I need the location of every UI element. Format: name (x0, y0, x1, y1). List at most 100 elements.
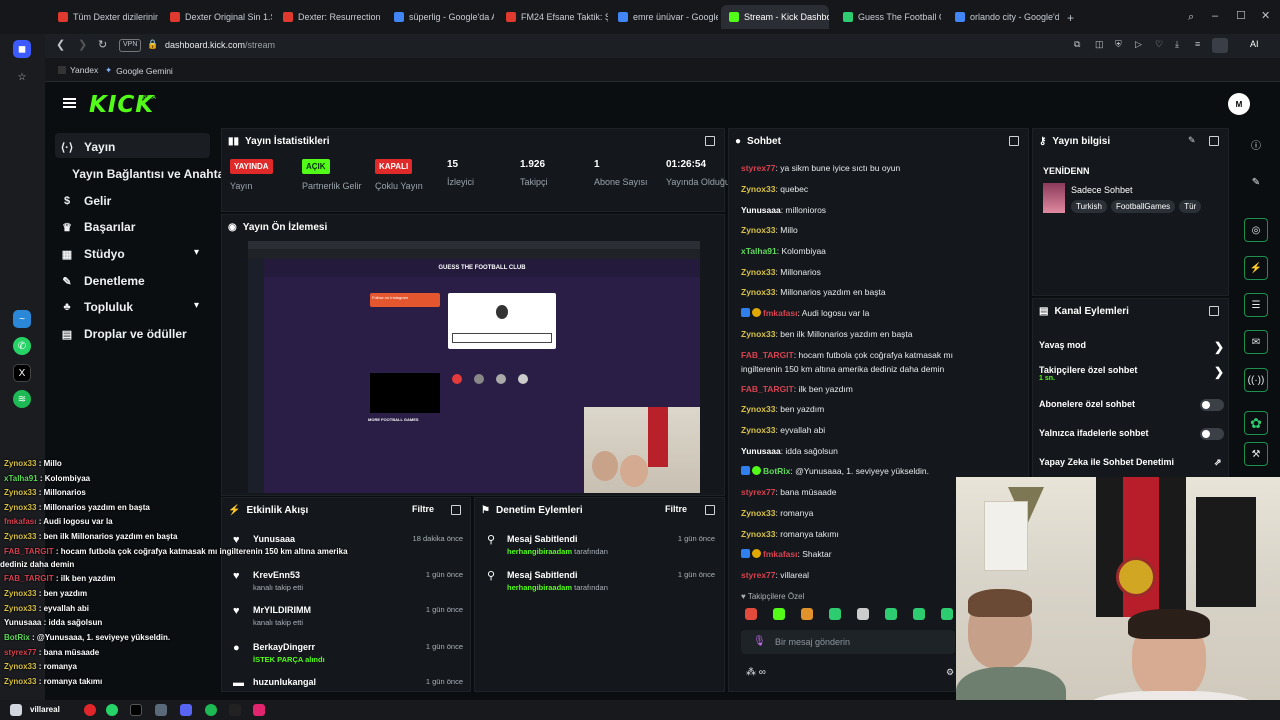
emote-icon[interactable] (745, 608, 757, 620)
lightning-icon[interactable]: ⚡ (1244, 256, 1268, 280)
maximize-icon[interactable]: ☐ (1236, 11, 1246, 22)
tab-7[interactable]: Guess The Football Cl✕ (835, 5, 941, 29)
whatsapp-icon[interactable]: ✆ (13, 337, 31, 355)
gear-icon[interactable]: ✿ (1244, 411, 1268, 435)
list-icon[interactable]: ☰ (1244, 293, 1268, 317)
star-icon[interactable]: ☆ (13, 68, 31, 86)
chat-username[interactable]: Zynox33 (741, 404, 776, 414)
bookmark-gemini[interactable]: ✦ Google Gemini (105, 65, 173, 76)
sidebar-item-2[interactable]: $ Gelir (60, 190, 111, 212)
back-icon[interactable]: ❮ (56, 40, 65, 51)
app-icon[interactable] (253, 704, 265, 716)
player-icon[interactable]: ▷ (1135, 40, 1142, 49)
screenshot-icon[interactable]: ⧉ (1074, 40, 1080, 49)
info-icon[interactable]: ⓘ (1244, 132, 1268, 156)
popout-icon[interactable] (1209, 136, 1219, 146)
discord-icon[interactable] (180, 704, 192, 716)
tab-3[interactable]: süperlig - Google'da Ara (386, 5, 494, 29)
filter-button[interactable]: Filtre (412, 504, 434, 514)
chat-username[interactable]: Zynox33 (741, 529, 776, 539)
edit-icon[interactable]: ✎ (1188, 135, 1196, 146)
chat-icon[interactable]: ✉ (1244, 330, 1268, 354)
chevron-down-icon[interactable]: ▾ (194, 247, 199, 258)
emote-icon[interactable] (941, 608, 953, 620)
chat-username[interactable]: Zynox33 (741, 508, 776, 518)
popout-icon[interactable] (705, 505, 715, 515)
sidebar-item-5[interactable]: ✎ Denetleme (60, 270, 144, 292)
tab-5[interactable]: emre ünüvar - Google'da (610, 5, 718, 29)
heart-icon[interactable]: ♡ (1155, 40, 1163, 49)
target-icon[interactable]: ◎ (1244, 218, 1268, 242)
emote-icon[interactable] (913, 608, 925, 620)
chat-username[interactable]: styrex77 (741, 570, 776, 580)
popout-icon[interactable] (1209, 306, 1219, 316)
mic-icon[interactable]: 🎙 (753, 636, 766, 647)
chat-username[interactable]: fmkafası (763, 549, 798, 559)
chat-username[interactable]: FAB_TARGIT (741, 350, 794, 360)
chat-username[interactable]: fmkafası (763, 308, 798, 318)
pen-icon[interactable]: ✎ (1244, 170, 1268, 194)
app-icon[interactable] (229, 704, 241, 716)
menu-icon[interactable]: ≡ (1195, 40, 1200, 49)
category-name[interactable]: Sadece Sohbet (1071, 185, 1133, 195)
external-link-icon[interactable]: ⇗ (1214, 457, 1222, 468)
channel-action-label[interactable]: Yalnızca ifadelerle sohbet (1039, 428, 1149, 438)
broadcast-icon[interactable]: ((·)) (1244, 368, 1268, 392)
tab-6[interactable]: Stream - Kick Dashboard (721, 5, 829, 29)
tag[interactable]: Turkish (1071, 200, 1107, 213)
new-tab-icon[interactable]: + (1067, 12, 1074, 24)
tiktok-icon[interactable] (130, 704, 142, 716)
sidebar-item-6[interactable]: ♣ Topluluk (60, 296, 133, 318)
start-icon[interactable] (10, 704, 22, 716)
bookmark-yandex[interactable]: Yandex (58, 65, 98, 75)
tab-2[interactable]: Dexter: Resurrection 1.Se (275, 5, 383, 29)
chat-input[interactable]: 🎙 Bir mesaj gönderin (741, 630, 955, 654)
chevron-right-icon[interactable]: ❯ (1214, 365, 1224, 379)
emote-icon[interactable] (829, 608, 841, 620)
x-icon[interactable]: X (13, 364, 31, 382)
chat-username[interactable]: xTalha91 (741, 246, 777, 256)
chat-username[interactable]: BotRix (763, 466, 790, 476)
activity-item[interactable]: ● BerkayDingerr İSTEK PARÇA alındı 1 gün ön… (233, 642, 463, 672)
emote-icon[interactable] (801, 608, 813, 620)
obs-icon[interactable] (155, 704, 167, 716)
chat-username[interactable]: Zynox33 (741, 287, 776, 297)
ai-button[interactable]: AI (1250, 39, 1259, 49)
emote-icon[interactable] (773, 608, 785, 620)
emote-icon[interactable] (885, 608, 897, 620)
reload-icon[interactable]: ↻ (98, 40, 107, 51)
wrench-icon[interactable]: ⚒ (1244, 442, 1268, 466)
stream-preview[interactable]: GUESS THE FOOTBALL CLUB Follow on Instag… (248, 241, 700, 493)
search-tabs-icon[interactable]: ⌕ (1188, 12, 1194, 23)
channel-action-label[interactable]: Yapay Zeka ile Sohbet Denetimi (1039, 457, 1174, 467)
sidebar-item-3[interactable]: ♛ Başarılar (60, 216, 135, 238)
emote-icon[interactable] (857, 608, 869, 620)
download-icon[interactable]: ⤓ (1175, 40, 1179, 49)
toggle-switch[interactable] (1200, 428, 1224, 440)
sidebar-item-4[interactable]: ▦ Stüdyo (60, 243, 125, 265)
url[interactable]: dashboard.kick.com/stream (165, 40, 275, 50)
chevron-right-icon[interactable]: ❯ (1214, 340, 1224, 354)
chat-username[interactable]: styrex77 (741, 487, 776, 497)
chat-username[interactable]: Yunusaaa (741, 446, 781, 456)
spotify-icon[interactable]: ≋ (13, 390, 31, 408)
moderation-item[interactable]: ⚲ Mesaj Sabitlendi herhangibiraadam tarafı… (487, 534, 715, 564)
tab-4[interactable]: FM24 Efsane Taktik: Şamp (498, 5, 608, 29)
chat-username[interactable]: Zynox33 (741, 184, 776, 194)
popout-icon[interactable] (705, 136, 715, 146)
sidebar-item-0[interactable]: ⟨·⟩ Yayın (60, 136, 115, 158)
channel-action-label[interactable]: Abonelere özel sohbet (1039, 399, 1135, 409)
chevron-down-icon[interactable]: ▾ (194, 300, 199, 311)
messenger-icon[interactable]: ~ (13, 310, 31, 328)
chat-username[interactable]: styrex77 (741, 163, 776, 173)
popout-icon[interactable] (451, 505, 461, 515)
points-icon[interactable]: ⁂ ∞ (746, 667, 766, 678)
vpn-badge[interactable]: VPN (119, 39, 142, 52)
tab-0[interactable]: Tüm Dexter dizilerinin kro (50, 5, 158, 29)
profile-icon[interactable] (1212, 38, 1228, 53)
tag[interactable]: Tür (1179, 200, 1202, 213)
sidebar-item-7[interactable]: ▤ Droplar ve ödüller (60, 323, 187, 345)
chat-username[interactable]: Zynox33 (741, 225, 776, 235)
toggle-switch[interactable] (1200, 399, 1224, 411)
forward-icon[interactable]: ❯ (78, 40, 87, 51)
